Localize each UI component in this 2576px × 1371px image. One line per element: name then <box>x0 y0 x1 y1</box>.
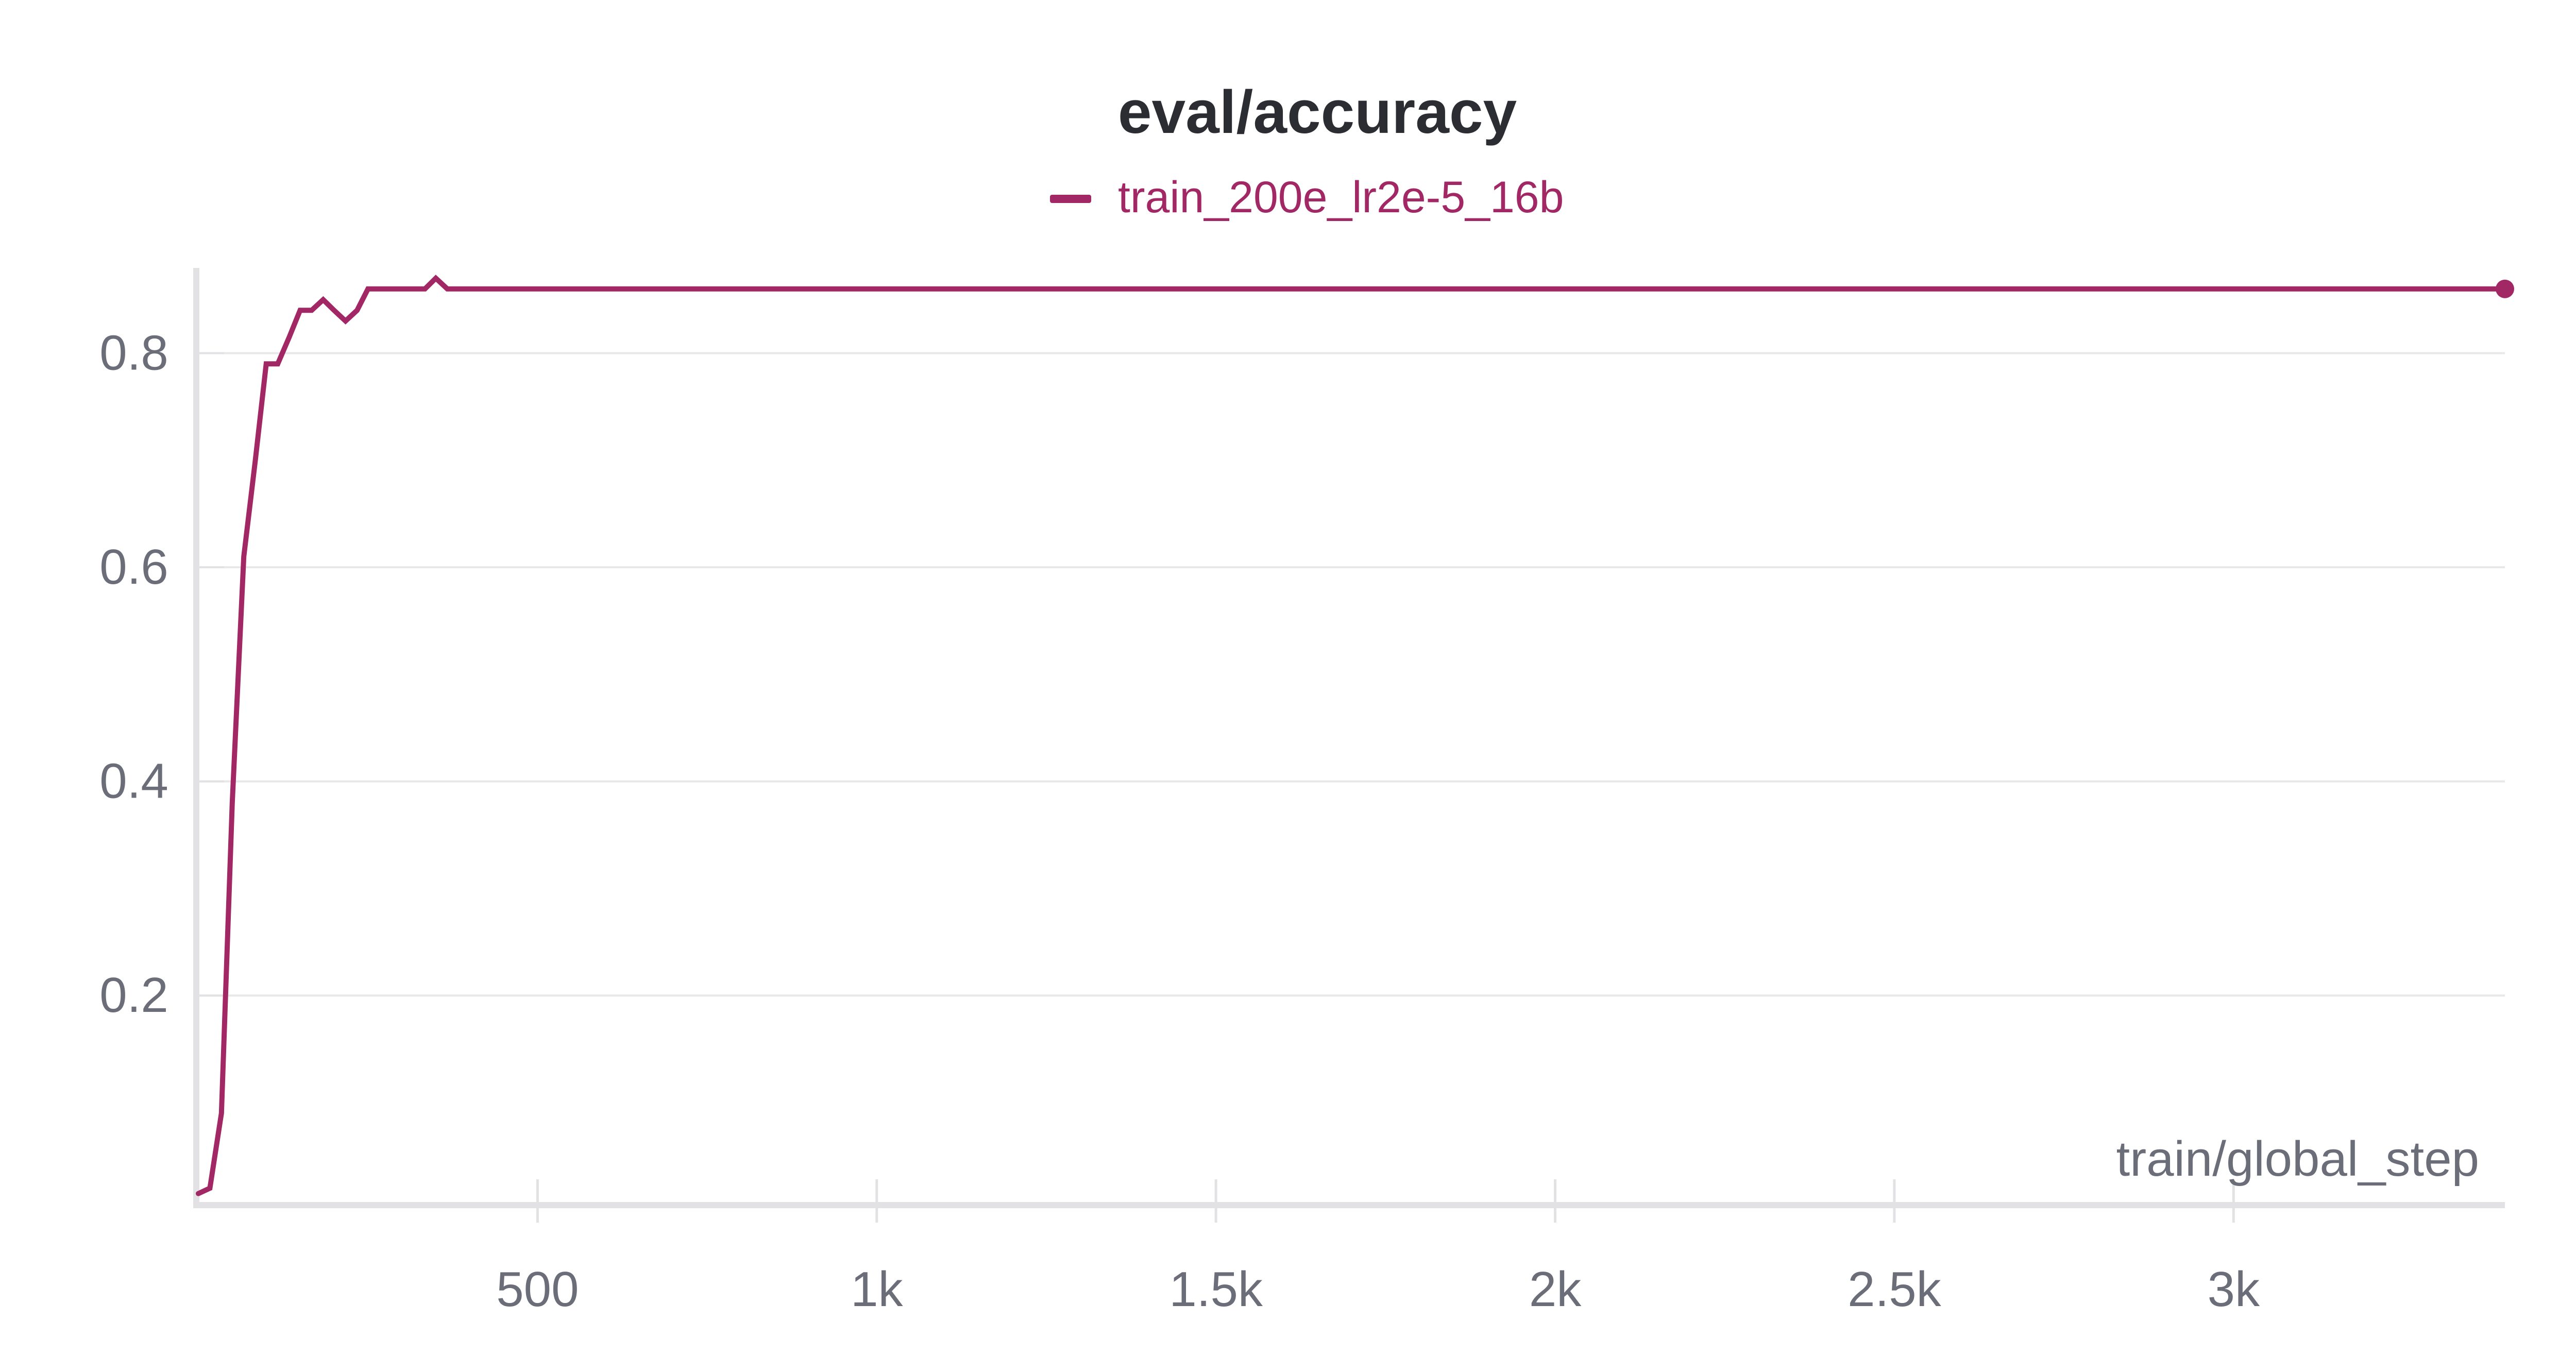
legend[interactable]: train_200e_lr2e-5_16b <box>1050 173 1564 222</box>
y-tick-label: 0.8 <box>99 325 168 380</box>
legend-series-label[interactable]: train_200e_lr2e-5_16b <box>1118 173 1564 222</box>
y-tick-label: 0.2 <box>99 968 168 1023</box>
x-tick-label: 500 <box>496 1262 579 1317</box>
x-tick-label: 1.5k <box>1169 1262 1263 1317</box>
x-tick-label: 2.5k <box>1848 1262 1941 1317</box>
chart-container: 0.2 0.4 0.6 0.8 500 1k 1.5k 2k 2.5k 3k eval/accur… <box>0 0 2576 1368</box>
series-end-point[interactable] <box>2496 279 2514 298</box>
x-tick-label: 2k <box>1529 1262 1582 1317</box>
x-tick-label: 3k <box>2208 1262 2260 1317</box>
chart-title: eval/accuracy <box>1118 78 1517 146</box>
x-tick-label: 1k <box>851 1262 903 1317</box>
line-chart: 0.2 0.4 0.6 0.8 500 1k 1.5k 2k 2.5k 3k eval/accur… <box>99 78 2514 1317</box>
x-axis-label: train/global_step <box>2116 1131 2479 1187</box>
legend-swatch <box>1050 195 1091 203</box>
series-line[interactable] <box>196 275 2507 1196</box>
y-tick-label: 0.4 <box>99 754 168 809</box>
grid-layer <box>198 352 2505 997</box>
y-tick-label: 0.6 <box>99 539 168 595</box>
series-layer <box>196 275 2514 1196</box>
